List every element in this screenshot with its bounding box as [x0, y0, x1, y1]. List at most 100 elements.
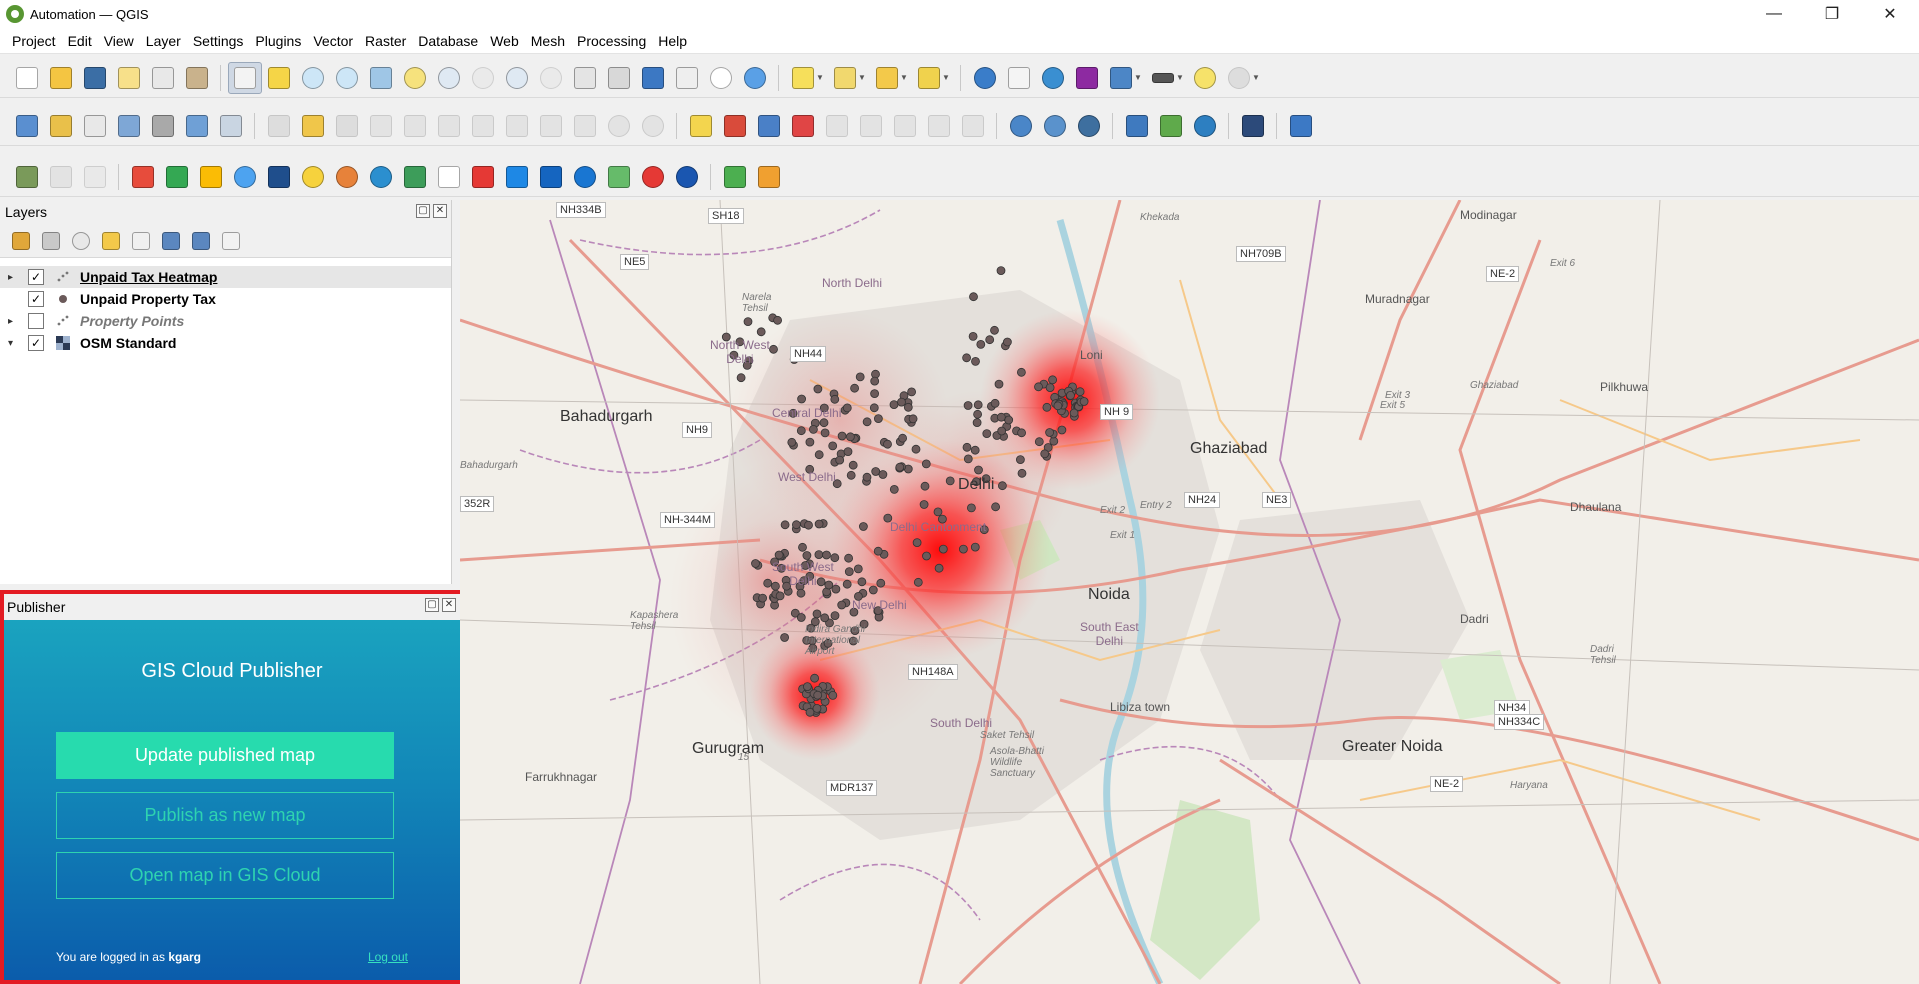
layer-visibility-checkbox[interactable]: ✓	[28, 291, 44, 307]
layer-visibility-checkbox[interactable]: ✓	[28, 335, 44, 351]
new-map-view-button[interactable]	[568, 62, 602, 94]
menu-vector[interactable]: Vector	[307, 33, 359, 49]
pan-to-selection-button[interactable]	[262, 62, 296, 94]
rotate-label-button[interactable]	[888, 110, 922, 142]
new-3d-map-view-button[interactable]	[602, 62, 636, 94]
apple-maps-button[interactable]	[602, 161, 636, 193]
chevron-down-icon[interactable]: ▼	[858, 73, 866, 82]
zoom-out-button[interactable]	[330, 62, 364, 94]
layers-plugin-button[interactable]	[1154, 110, 1188, 142]
qgis2web-button[interactable]	[752, 161, 786, 193]
new-project-button[interactable]	[10, 62, 44, 94]
chevron-down-icon[interactable]: ▼	[1134, 73, 1142, 82]
apple-plugin-button[interactable]	[636, 161, 670, 193]
map-canvas[interactable]: Bahadurgarh Delhi Ghaziabad Noida Gurugr…	[460, 200, 1919, 984]
add-mesh-layer-button[interactable]	[214, 110, 248, 142]
highlight-pinned-labels-button[interactable]	[752, 110, 786, 142]
measure-line-button[interactable]	[1146, 62, 1180, 94]
show-hide-labels-button[interactable]	[854, 110, 888, 142]
zoom-full-button[interactable]	[364, 62, 398, 94]
style-manager-button[interactable]	[180, 62, 214, 94]
metasearch-button[interactable]	[1072, 110, 1106, 142]
show-bookmarks-button[interactable]	[670, 62, 704, 94]
menu-help[interactable]: Help	[652, 33, 693, 49]
field-calculator-button[interactable]	[1104, 62, 1138, 94]
help-button[interactable]	[1236, 110, 1270, 142]
osm-plugin-button[interactable]	[398, 161, 432, 193]
new-print-layout-button[interactable]	[112, 62, 146, 94]
new-bookmark-button[interactable]	[636, 62, 670, 94]
new-geopackage-layer-button[interactable]	[44, 110, 78, 142]
manage-visibility-button[interactable]	[66, 225, 96, 257]
float-panel-button[interactable]: ▢	[416, 204, 430, 218]
delete-selected-button[interactable]	[466, 110, 500, 142]
map-tips-button[interactable]	[1188, 62, 1222, 94]
float-panel-button[interactable]: ▢	[425, 598, 439, 612]
filter-legend-button[interactable]	[96, 225, 126, 257]
close-panel-button[interactable]: ✕	[442, 598, 456, 612]
add-wms-layer-button[interactable]	[1004, 110, 1038, 142]
open-in-gis-cloud-button[interactable]: Open map in GIS Cloud	[56, 852, 394, 899]
update-published-map-button[interactable]: Update published map	[56, 732, 394, 779]
location-plugin-button[interactable]	[296, 161, 330, 193]
zoom-native-button[interactable]	[466, 62, 500, 94]
plugin-disabled-button[interactable]	[44, 161, 78, 193]
statistical-summary-button[interactable]	[1070, 62, 1104, 94]
expand-all-button[interactable]	[156, 225, 186, 257]
modify-attributes-button[interactable]	[432, 110, 466, 142]
digitize-button[interactable]	[364, 110, 398, 142]
close-panel-button[interactable]: ✕	[433, 204, 447, 218]
menu-project[interactable]: Project	[6, 33, 62, 49]
temporal-controller-button[interactable]	[704, 62, 738, 94]
google-maps-button[interactable]	[160, 161, 194, 193]
save-layer-edits-button[interactable]	[330, 110, 364, 142]
layer-row-unpaid-property-tax[interactable]: ✓ Unpaid Property Tax	[0, 288, 451, 310]
yandex-plugin-button[interactable]	[466, 161, 500, 193]
ump-plugin-button[interactable]	[432, 161, 466, 193]
expand-arrow-icon[interactable]: ▸	[8, 272, 22, 283]
toggle-editing-button[interactable]	[296, 110, 330, 142]
collapse-all-button[interactable]	[186, 225, 216, 257]
logout-link[interactable]: Log out	[368, 950, 408, 964]
zoom-to-selection-button[interactable]	[398, 62, 432, 94]
publish-new-map-button[interactable]: Publish as new map	[56, 792, 394, 839]
collapse-arrow-icon[interactable]: ▾	[8, 338, 22, 349]
remove-layer-button[interactable]	[216, 225, 246, 257]
identify-features-button[interactable]	[968, 62, 1002, 94]
zoom-to-layer-button[interactable]	[432, 62, 466, 94]
open-project-button[interactable]	[44, 62, 78, 94]
zoom-in-button[interactable]	[296, 62, 330, 94]
menu-web[interactable]: Web	[484, 33, 525, 49]
deselect-features-button[interactable]	[870, 62, 904, 94]
chevron-down-icon[interactable]: ▼	[1176, 73, 1184, 82]
layer-labeling-button[interactable]	[684, 110, 718, 142]
open-attribute-table-button[interactable]	[1002, 62, 1036, 94]
snapping-button[interactable]	[1284, 110, 1318, 142]
menu-raster[interactable]: Raster	[359, 33, 412, 49]
label-properties-button[interactable]	[956, 110, 990, 142]
redo-button[interactable]	[636, 110, 670, 142]
layer-row-unpaid-tax-heatmap[interactable]: ▸ ✓ Unpaid Tax Heatmap	[0, 266, 451, 288]
expand-arrow-icon[interactable]: ▸	[8, 316, 22, 327]
chevron-down-icon[interactable]: ▼	[1252, 73, 1260, 82]
menu-settings[interactable]: Settings	[187, 33, 250, 49]
gis-cloud-button[interactable]	[262, 161, 296, 193]
menu-plugins[interactable]: Plugins	[249, 33, 307, 49]
layer-visibility-checkbox[interactable]	[28, 313, 44, 329]
layer-row-property-points[interactable]: ▸ Property Points	[0, 310, 451, 332]
carto-plugin-button[interactable]	[568, 161, 602, 193]
earth-plugin-button[interactable]	[364, 161, 398, 193]
pan-map-button[interactable]	[228, 61, 262, 94]
layer-row-osm-standard[interactable]: ▾ ✓ OSM Standard	[0, 332, 451, 354]
s-plugin-button[interactable]	[670, 161, 704, 193]
google-maps-pin-button[interactable]	[126, 161, 160, 193]
chevron-down-icon[interactable]: ▼	[816, 73, 824, 82]
paste-features-button[interactable]	[568, 110, 602, 142]
cut-features-button[interactable]	[500, 110, 534, 142]
select-location-button[interactable]	[912, 62, 946, 94]
layout-manager-button[interactable]	[146, 62, 180, 94]
new-temporary-layer-button[interactable]	[112, 110, 146, 142]
toggle-labels-button[interactable]	[786, 110, 820, 142]
bing-plugin-button[interactable]	[500, 161, 534, 193]
new-virtual-layer-button[interactable]	[146, 110, 180, 142]
